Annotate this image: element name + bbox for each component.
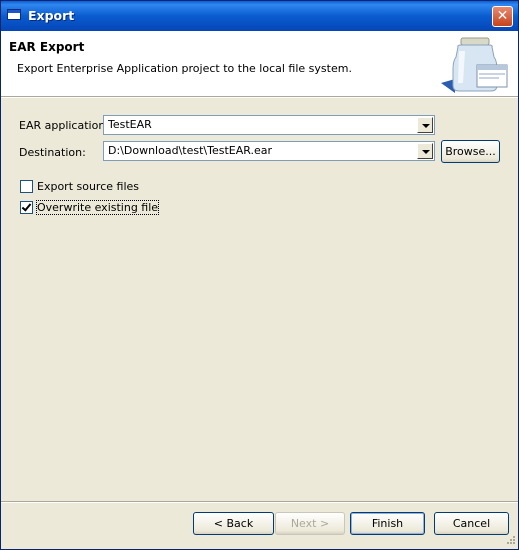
header-divider [1,97,518,98]
close-icon: ✕ [496,8,509,24]
overwrite-label[interactable]: Overwrite existing file [35,200,160,215]
dropdown-arrow-icon[interactable] [417,117,433,133]
browse-button[interactable]: Browse... [441,140,500,163]
jar-export-icon [441,37,508,93]
next-button[interactable]: Next > [275,512,345,535]
title-bar[interactable]: Export ✕ [1,1,518,31]
destination-combo[interactable]: D:\Download\test\TestEAR.ear [103,141,435,161]
page-title: EAR Export [9,40,85,54]
destination-label: Destination: [19,146,86,159]
ear-application-label: EAR application: [19,119,109,132]
footer-divider [1,501,518,503]
window-title: Export [28,8,75,23]
ear-application-combo[interactable]: TestEAR [103,115,435,135]
close-button[interactable]: ✕ [492,6,513,27]
ear-application-value: TestEAR [108,118,152,131]
finish-button[interactable]: Finish [350,512,425,535]
overwrite-checkbox[interactable] [20,201,33,214]
export-dialog: Export ✕ EAR Export Export Enterprise Ap… [0,0,519,550]
page-description: Export Enterprise Application project to… [17,62,352,75]
dropdown-arrow-icon[interactable] [417,143,433,159]
export-source-checkbox[interactable] [20,180,33,193]
cancel-button[interactable]: Cancel [434,512,509,535]
window-icon [7,9,21,20]
destination-value: D:\Download\test\TestEAR.ear [108,144,273,157]
size-grip-icon[interactable] [505,536,516,547]
wizard-header: EAR Export Export Enterprise Application… [1,31,518,97]
export-source-label[interactable]: Export source files [37,180,139,193]
back-button[interactable]: < Back [193,512,274,535]
